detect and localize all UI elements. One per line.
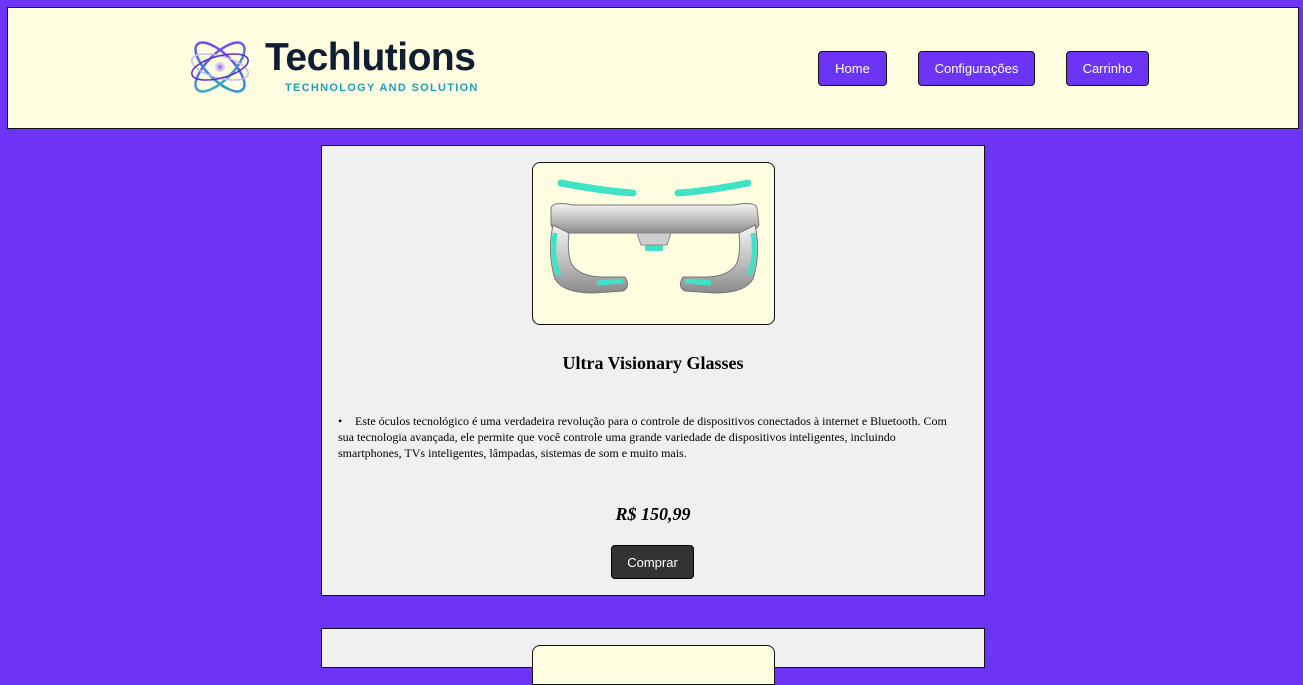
brand-logo[interactable]: Techlutions TECHNOLOGY AND SOLUTION: [186, 32, 496, 102]
product-card: Ultra Visionary Glasses Este óculos tecn…: [321, 145, 985, 596]
smart-glasses-icon: [549, 179, 760, 294]
product-image: [532, 645, 775, 685]
nav-home-button[interactable]: Home: [818, 51, 887, 86]
product-price: R$ 150,99: [615, 504, 691, 524]
brand-tagline: TECHNOLOGY AND SOLUTION: [285, 82, 479, 94]
brand-name: Techlutions: [265, 36, 476, 79]
product-title: Ultra Visionary Glasses: [562, 353, 744, 373]
nav-cart-button[interactable]: Carrinho: [1066, 51, 1149, 86]
product-description-list: Este óculos tecnológico é uma verdadeira…: [338, 413, 948, 461]
nav-settings-button[interactable]: Configurações: [918, 51, 1035, 86]
product-card: [321, 628, 985, 685]
product-image: [532, 162, 775, 325]
atom-logo-icon: [191, 41, 249, 93]
product-description: Este óculos tecnológico é uma verdadeira…: [338, 413, 948, 461]
site-header: Techlutions TECHNOLOGY AND SOLUTION Home…: [7, 7, 1299, 129]
buy-button[interactable]: Comprar: [611, 545, 694, 579]
